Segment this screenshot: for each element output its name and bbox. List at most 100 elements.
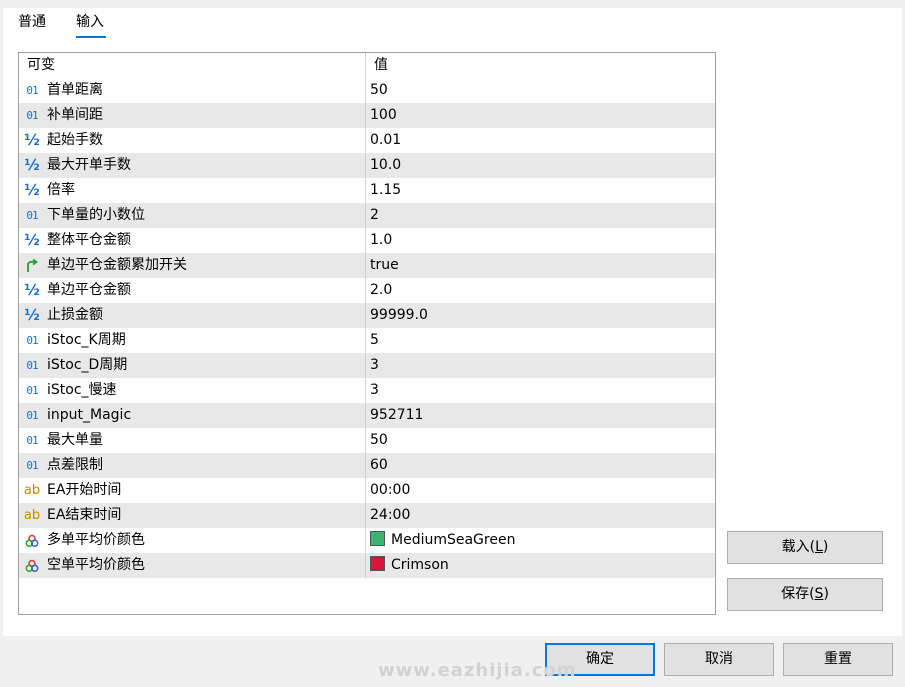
variable-value-text: 60 xyxy=(370,457,388,473)
variable-value-cell[interactable]: 60 xyxy=(366,453,715,478)
tab-inputs[interactable]: 输入 xyxy=(76,11,106,38)
variable-name-label: EA开始时间 xyxy=(47,482,122,498)
variable-name-cell: ½ 倍率 xyxy=(19,178,366,203)
table-row[interactable]: ½ 单边平仓金额 2.0 xyxy=(19,278,715,303)
variable-name-cell: 01 最大单量 xyxy=(19,428,366,453)
variable-name-cell: ½ 最大开单手数 xyxy=(19,153,366,178)
variable-value-cell[interactable]: Crimson xyxy=(366,553,715,578)
double-type-icon: ½ xyxy=(24,131,40,149)
variable-name-label: iStoc_K周期 xyxy=(47,332,126,348)
table-row[interactable]: 01 点差限制 60 xyxy=(19,453,715,478)
variable-name-cell: ½ 止损金额 xyxy=(19,303,366,328)
variable-name-cell: ½ 起始手数 xyxy=(19,128,366,153)
variable-value-text: MediumSeaGreen xyxy=(391,532,516,548)
table-row[interactable]: 多单平均价颜色 MediumSeaGreen xyxy=(19,528,715,553)
table-row[interactable]: ½ 倍率 1.15 xyxy=(19,178,715,203)
variable-value-cell[interactable]: 3 xyxy=(366,378,715,403)
variable-value-cell[interactable]: 00:00 xyxy=(366,478,715,503)
variable-name-cell: 01 下单量的小数位 xyxy=(19,203,366,228)
table-row[interactable]: ½ 整体平仓金额 1.0 xyxy=(19,228,715,253)
integer-type-icon: 01 xyxy=(26,359,38,372)
variable-value-cell[interactable]: 99999.0 xyxy=(366,303,715,328)
variable-value-cell[interactable]: 50 xyxy=(366,78,715,103)
variable-value-cell[interactable]: 100 xyxy=(366,103,715,128)
table-row[interactable]: 空单平均价颜色 Crimson xyxy=(19,553,715,578)
inputs-grid: 可变 值 01 首单距离 50 01 补单间距 100 ½ 起始手数 0.01 ½ 最大开单手数 10… xyxy=(18,52,716,615)
variable-name-cell: ½ 单边平仓金额 xyxy=(19,278,366,303)
variable-value-text: 1.15 xyxy=(370,182,402,198)
variable-value-cell[interactable]: 3 xyxy=(366,353,715,378)
variable-name-label: iStoc_D周期 xyxy=(47,357,128,373)
reset-button[interactable]: 重置 xyxy=(783,643,893,676)
column-header-variable: 可变 xyxy=(19,53,366,78)
title-strip xyxy=(0,0,905,8)
variable-value-cell[interactable]: 1.0 xyxy=(366,228,715,253)
variable-name-label: 下单量的小数位 xyxy=(47,207,145,223)
variable-name-label: 空单平均价颜色 xyxy=(47,557,145,573)
variable-name-cell: ½ 整体平仓金额 xyxy=(19,228,366,253)
double-type-icon: ½ xyxy=(24,281,40,299)
table-row[interactable]: 01 下单量的小数位 2 xyxy=(19,203,715,228)
variable-value-cell[interactable]: 2.0 xyxy=(366,278,715,303)
variable-value-text: Crimson xyxy=(391,557,449,573)
double-type-icon: ½ xyxy=(24,156,40,174)
variable-name-label: input_Magic xyxy=(47,407,132,423)
variable-value-cell[interactable]: 1.15 xyxy=(366,178,715,203)
string-type-icon: ab xyxy=(23,483,41,498)
variable-value-text: 50 xyxy=(370,432,388,448)
table-row[interactable]: 01 input_Magic 952711 xyxy=(19,403,715,428)
table-row[interactable]: ½ 起始手数 0.01 xyxy=(19,128,715,153)
column-header-value: 值 xyxy=(374,57,388,73)
variable-name-label: 最大开单手数 xyxy=(47,157,131,173)
variable-value-cell[interactable]: 0.01 xyxy=(366,128,715,153)
table-row[interactable]: ab EA开始时间 00:00 xyxy=(19,478,715,503)
variable-name-label: 起始手数 xyxy=(47,132,103,148)
variable-name-cell: ab EA开始时间 xyxy=(19,478,366,503)
variable-name-label: 点差限制 xyxy=(47,457,103,473)
integer-type-icon: 01 xyxy=(26,459,38,472)
variable-name-cell: 01 点差限制 xyxy=(19,453,366,478)
table-row[interactable]: 01 iStoc_慢速 3 xyxy=(19,378,715,403)
variable-name-label: 多单平均价颜色 xyxy=(47,532,145,548)
variable-value-cell[interactable]: true xyxy=(366,253,715,278)
table-row[interactable]: 01 iStoc_K周期 5 xyxy=(19,328,715,353)
double-type-icon: ½ xyxy=(24,181,40,199)
table-row[interactable]: 单边平仓金额累加开关 true xyxy=(19,253,715,278)
variable-value-cell[interactable]: 50 xyxy=(366,428,715,453)
variable-name-cell: 01 首单距离 xyxy=(19,78,366,103)
variable-name-label: 单边平仓金额累加开关 xyxy=(47,257,187,273)
variable-value-text: 1.0 xyxy=(370,232,393,248)
table-row[interactable]: 01 补单间距 100 xyxy=(19,103,715,128)
variable-value-text: 50 xyxy=(370,82,388,98)
variable-value-text: 2 xyxy=(370,207,379,223)
variable-value-text: 99999.0 xyxy=(370,307,428,323)
variable-value-cell[interactable]: 952711 xyxy=(366,403,715,428)
integer-type-icon: 01 xyxy=(26,384,38,397)
variable-value-cell[interactable]: 10.0 xyxy=(366,153,715,178)
color-type-icon xyxy=(23,528,41,553)
variable-value-text: 24:00 xyxy=(370,507,411,523)
tab-bar: 普通 输入 xyxy=(3,8,902,40)
table-row[interactable]: ab EA结束时间 24:00 xyxy=(19,503,715,528)
variable-value-cell[interactable]: MediumSeaGreen xyxy=(366,528,715,553)
properties-panel: 普通 输入 可变 值 01 首单距离 50 01 补单间距 100 ½ 起始手数 0.01 ½ 最大… xyxy=(3,8,902,636)
table-row[interactable]: 01 最大单量 50 xyxy=(19,428,715,453)
cancel-button[interactable]: 取消 xyxy=(664,643,774,676)
variable-value-text: 00:00 xyxy=(370,482,411,498)
watermark: www.eazhijia.com xyxy=(378,660,577,681)
variable-name-label: 首单距离 xyxy=(47,82,103,98)
integer-type-icon: 01 xyxy=(26,334,38,347)
table-row[interactable]: ½ 止损金额 99999.0 xyxy=(19,303,715,328)
table-row[interactable]: ½ 最大开单手数 10.0 xyxy=(19,153,715,178)
variable-value-cell[interactable]: 24:00 xyxy=(366,503,715,528)
variable-value-cell[interactable]: 2 xyxy=(366,203,715,228)
table-row[interactable]: 01 iStoc_D周期 3 xyxy=(19,353,715,378)
variable-value-text: 10.0 xyxy=(370,157,402,173)
tab-common[interactable]: 普通 xyxy=(18,11,46,37)
variable-value-cell[interactable]: 5 xyxy=(366,328,715,353)
variable-name-cell: ab EA结束时间 xyxy=(19,503,366,528)
table-row[interactable]: 01 首单距离 50 xyxy=(19,78,715,103)
save-button[interactable]: 保存(S) xyxy=(727,578,883,611)
string-type-icon: ab xyxy=(23,508,41,523)
load-button[interactable]: 载入(L) xyxy=(727,531,883,564)
